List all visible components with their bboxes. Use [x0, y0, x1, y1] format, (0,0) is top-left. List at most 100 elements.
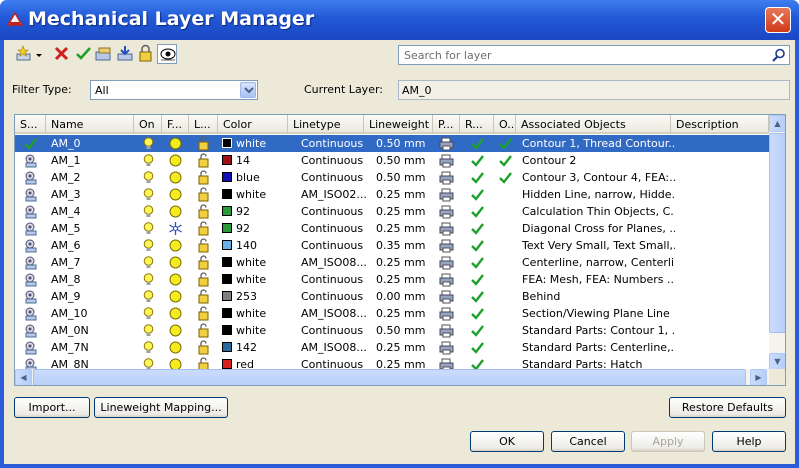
layer-status-icon[interactable]	[23, 289, 38, 304]
reconcile-check-icon[interactable]	[470, 289, 485, 304]
printer-icon[interactable]	[439, 153, 454, 168]
scroll-right-icon[interactable]: ▶	[750, 369, 767, 385]
layer-status-icon[interactable]	[23, 272, 38, 287]
lightbulb-icon[interactable]	[141, 204, 156, 219]
layer-color[interactable]: white	[222, 186, 288, 203]
scroll-left-icon[interactable]: ◀	[15, 369, 32, 385]
lock-icon[interactable]	[196, 136, 211, 151]
filter-type-select[interactable]: All	[90, 80, 258, 100]
layer-status-icon[interactable]	[23, 255, 38, 270]
layer-status-icon[interactable]	[23, 187, 38, 202]
layer-color[interactable]: white	[222, 135, 288, 152]
sun-icon[interactable]	[168, 136, 183, 151]
cancel-button[interactable]: Cancel	[551, 431, 625, 452]
reconcile-check-icon[interactable]	[470, 272, 485, 287]
printer-icon[interactable]	[439, 204, 454, 219]
scroll-up-icon[interactable]: ▲	[769, 115, 785, 132]
lock-icon[interactable]	[196, 221, 211, 236]
dropdown-arrow-icon[interactable]	[34, 44, 44, 64]
table-row[interactable]: AM_3 white AM_ISO02... 0.25 mm Hidden Line, …	[15, 186, 769, 203]
table-row[interactable]: AM_10 white AM_ISO08... 0.25 mm Section/View…	[15, 305, 769, 322]
lock-icon[interactable]	[196, 170, 211, 185]
lock-icon[interactable]	[196, 323, 211, 338]
reconcile-check-icon[interactable]	[470, 340, 485, 355]
lightbulb-icon[interactable]	[141, 289, 156, 304]
lightbulb-icon[interactable]	[141, 136, 156, 151]
layer-color[interactable]: blue	[222, 169, 288, 186]
reconcile-check-icon[interactable]	[470, 153, 485, 168]
sun-icon[interactable]	[168, 187, 183, 202]
sun-icon[interactable]	[168, 238, 183, 253]
reconcile-check-icon[interactable]	[470, 221, 485, 236]
col-on-header[interactable]: On	[134, 115, 162, 133]
layer-color[interactable]: 92	[222, 203, 288, 220]
layer-status-icon[interactable]	[23, 153, 38, 168]
printer-icon[interactable]	[439, 323, 454, 338]
printer-icon[interactable]	[439, 272, 454, 287]
lightbulb-icon[interactable]	[141, 238, 156, 253]
lock-icon[interactable]	[196, 187, 211, 202]
vertical-scrollbar[interactable]: ▲ ▼	[769, 115, 785, 370]
override-check-icon[interactable]	[498, 136, 513, 151]
sun-icon[interactable]	[168, 272, 183, 287]
lock-icon[interactable]	[196, 340, 211, 355]
chevron-down-icon[interactable]	[240, 82, 256, 98]
override-check-icon[interactable]	[498, 170, 513, 185]
lightbulb-icon[interactable]	[141, 221, 156, 236]
table-row[interactable]: AM_8 white Continuous 0.25 mm FEA: Mesh, FEA…	[15, 271, 769, 288]
reconcile-check-icon[interactable]	[470, 170, 485, 185]
col-o-header[interactable]: O...	[494, 115, 516, 133]
override-check-icon[interactable]	[498, 153, 513, 168]
layer-grid[interactable]: S... Name On F... L... Color Linetype Lineweigh…	[14, 114, 786, 386]
col-linetype-header[interactable]: Linetype	[288, 115, 364, 133]
layer-color[interactable]: 140	[222, 237, 288, 254]
snowflake-icon[interactable]	[168, 221, 183, 236]
col-r-header[interactable]: R...	[460, 115, 494, 133]
col-associated-objects-header[interactable]: Associated Objects	[516, 115, 671, 133]
layer-status-icon[interactable]	[23, 221, 38, 236]
layer-color[interactable]: 253	[222, 288, 288, 305]
layer-color[interactable]: white	[222, 322, 288, 339]
import-icon[interactable]	[116, 44, 136, 64]
horizontal-scrollbar[interactable]: ◀ ▶	[15, 369, 769, 385]
lock-icon[interactable]	[196, 289, 211, 304]
table-row[interactable]: AM_4 92 Continuous 0.25 mm Calculation Thin …	[15, 203, 769, 220]
printer-icon[interactable]	[439, 340, 454, 355]
table-row[interactable]: AM_5 92 Continuous 0.25 mm Diagonal Cross fo…	[15, 220, 769, 237]
lightbulb-icon[interactable]	[141, 306, 156, 321]
current-layer-check-icon[interactable]	[23, 136, 38, 151]
col-description-header[interactable]: Description	[671, 115, 769, 133]
layer-status-icon[interactable]	[23, 204, 38, 219]
lightbulb-icon[interactable]	[141, 323, 156, 338]
layer-status-icon[interactable]	[23, 340, 38, 355]
lock-icon[interactable]	[196, 272, 211, 287]
lightbulb-icon[interactable]	[141, 153, 156, 168]
col-lineweight-header[interactable]: Lineweight	[364, 115, 433, 133]
printer-icon[interactable]	[439, 238, 454, 253]
lock-icon[interactable]	[196, 204, 211, 219]
col-freeze-header[interactable]: F...	[162, 115, 189, 133]
close-button[interactable]: ✕	[765, 7, 791, 33]
sun-icon[interactable]	[168, 204, 183, 219]
sun-icon[interactable]	[168, 153, 183, 168]
printer-icon[interactable]	[439, 289, 454, 304]
delete-icon[interactable]	[52, 44, 72, 64]
col-plot-header[interactable]: P...	[433, 115, 460, 133]
scroll-down-icon[interactable]: ▼	[769, 353, 785, 370]
layer-color[interactable]: white	[222, 271, 288, 288]
lightbulb-icon[interactable]	[141, 272, 156, 287]
set-current-icon[interactable]	[74, 44, 94, 64]
sun-icon[interactable]	[168, 340, 183, 355]
reconcile-check-icon[interactable]	[470, 323, 485, 338]
layer-status-icon[interactable]	[23, 170, 38, 185]
table-row[interactable]: AM_0 white Continuous 0.50 mm Contour 1, Thr…	[15, 135, 769, 152]
reconcile-check-icon[interactable]	[470, 255, 485, 270]
lightbulb-icon[interactable]	[141, 340, 156, 355]
layer-color[interactable]: 14	[222, 152, 288, 169]
new-layer-icon[interactable]	[14, 44, 34, 64]
table-row[interactable]: AM_0N white Continuous 0.50 mm Standard Part…	[15, 322, 769, 339]
lock-icon[interactable]	[136, 44, 156, 64]
col-name-header[interactable]: Name	[46, 115, 134, 133]
layer-status-icon[interactable]	[23, 306, 38, 321]
printer-icon[interactable]	[439, 170, 454, 185]
